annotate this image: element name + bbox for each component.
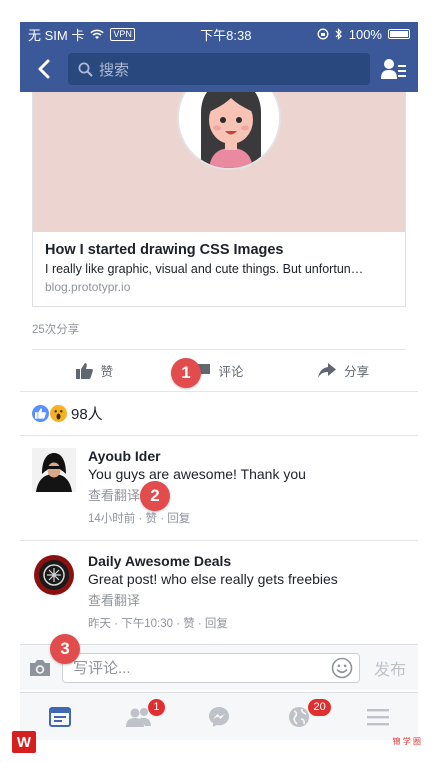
like-label: 赞	[100, 365, 114, 379]
comment-meta[interactable]: 昨天 · 下午10:30 · 赞 · 回复	[88, 615, 338, 631]
phone-screen: 无 SIM 卡 VPN 下午8:38 100% 搜索 How I started…	[20, 22, 418, 740]
search-icon	[78, 62, 93, 76]
step-marker-1: 1	[171, 358, 201, 388]
wow-reaction-icon	[50, 405, 67, 422]
bottom-tab-bar: 1 20	[20, 692, 418, 740]
comment-text: You guys are awesome! Thank you	[88, 466, 306, 482]
top-nav-bar: 搜索	[20, 46, 418, 92]
share-button[interactable]: 分享	[281, 361, 406, 380]
comment-author[interactable]: Daily Awesome Deals	[88, 553, 338, 569]
friend-requests-badge: 1	[147, 699, 165, 716]
wifi-icon	[90, 29, 105, 39]
notifications-badge: 20	[308, 699, 331, 716]
like-button[interactable]: 赞	[32, 361, 157, 380]
comment-item: Daily Awesome Deals Great post! who else…	[20, 540, 418, 645]
friends-list-button[interactable]	[378, 53, 410, 85]
step-marker-3: 3	[50, 634, 80, 664]
see-translation-link[interactable]: 查看翻译	[88, 485, 306, 504]
clock: 下午8:38	[200, 27, 252, 43]
post-detail: How I started drawing CSS Images I reall…	[20, 92, 418, 658]
carrier-label: 无 SIM 卡	[28, 27, 85, 43]
cartoon-girl-illustration	[177, 92, 281, 170]
post-action-bar: 赞 评论 分享	[32, 349, 406, 391]
watermark-text: 锦 学 圈	[392, 737, 421, 746]
comment-author[interactable]: Ayoub Ider	[88, 448, 306, 464]
link-preview-image	[33, 92, 405, 232]
tab-more-menu[interactable]	[338, 693, 418, 740]
status-right: 100%	[317, 27, 410, 42]
avatar[interactable]	[32, 553, 76, 597]
battery-icon	[387, 29, 410, 39]
emoji-icon[interactable]	[331, 657, 353, 679]
orientation-lock-icon	[317, 28, 329, 40]
watermark-logo: W	[12, 731, 36, 753]
vpn-badge: VPN	[110, 27, 135, 41]
like-reaction-icon	[32, 405, 49, 422]
comment-meta[interactable]: 14小时前 · 赞 · 回复	[88, 510, 306, 526]
hamburger-menu-icon	[367, 708, 390, 725]
news-feed-icon	[48, 706, 71, 727]
share-count[interactable]: 25次分享	[20, 307, 418, 349]
search-placeholder: 搜索	[99, 61, 130, 79]
share-arrow-icon	[318, 363, 337, 378]
search-input[interactable]: 搜索	[68, 53, 370, 85]
reactions-count: 98人	[71, 406, 103, 423]
battery-percent: 100%	[348, 26, 382, 42]
reactions-summary[interactable]: 98人	[20, 391, 418, 435]
link-preview-text: How I started drawing CSS Images I reall…	[33, 232, 405, 306]
post-button[interactable]: 发布	[370, 656, 410, 680]
messenger-icon	[208, 706, 229, 727]
globe-icon	[288, 706, 309, 727]
step-marker-2: 2	[140, 481, 170, 511]
comment-input-placeholder: 写评论...	[73, 660, 131, 677]
comment-input[interactable]: 写评论...	[62, 652, 360, 683]
see-translation-link[interactable]: 查看翻译	[88, 590, 338, 609]
comment-body: Ayoub Ider You guys are awesome! Thank y…	[88, 448, 306, 526]
tab-friend-requests[interactable]: 1	[100, 693, 180, 740]
bluetooth-icon	[335, 28, 342, 40]
link-domain: blog.prototypr.io	[45, 280, 131, 294]
comment-body: Daily Awesome Deals Great post! who else…	[88, 553, 338, 631]
link-description: I really like graphic, visual and cute t…	[45, 262, 364, 276]
back-button[interactable]	[28, 53, 60, 85]
avatar[interactable]	[32, 448, 76, 492]
comment-item: Ayoub Ider You guys are awesome! Thank y…	[20, 435, 418, 540]
link-title: How I started drawing CSS Images	[45, 242, 284, 258]
tab-notifications[interactable]: 20	[259, 693, 339, 740]
friends-list-icon	[381, 59, 406, 79]
status-left: 无 SIM 卡 VPN	[28, 25, 135, 44]
comment-text: Great post! who else really gets freebie…	[88, 571, 338, 587]
camera-button[interactable]	[28, 657, 52, 679]
tab-messenger[interactable]	[179, 693, 259, 740]
chevron-left-icon	[38, 59, 50, 79]
thumbs-up-icon	[75, 362, 93, 379]
camera-icon	[30, 659, 50, 676]
link-preview-card[interactable]: How I started drawing CSS Images I reall…	[32, 92, 406, 307]
share-label: 分享	[344, 365, 370, 379]
comment-label: 评论	[218, 365, 244, 379]
status-bar: 无 SIM 卡 VPN 下午8:38 100%	[20, 22, 418, 46]
